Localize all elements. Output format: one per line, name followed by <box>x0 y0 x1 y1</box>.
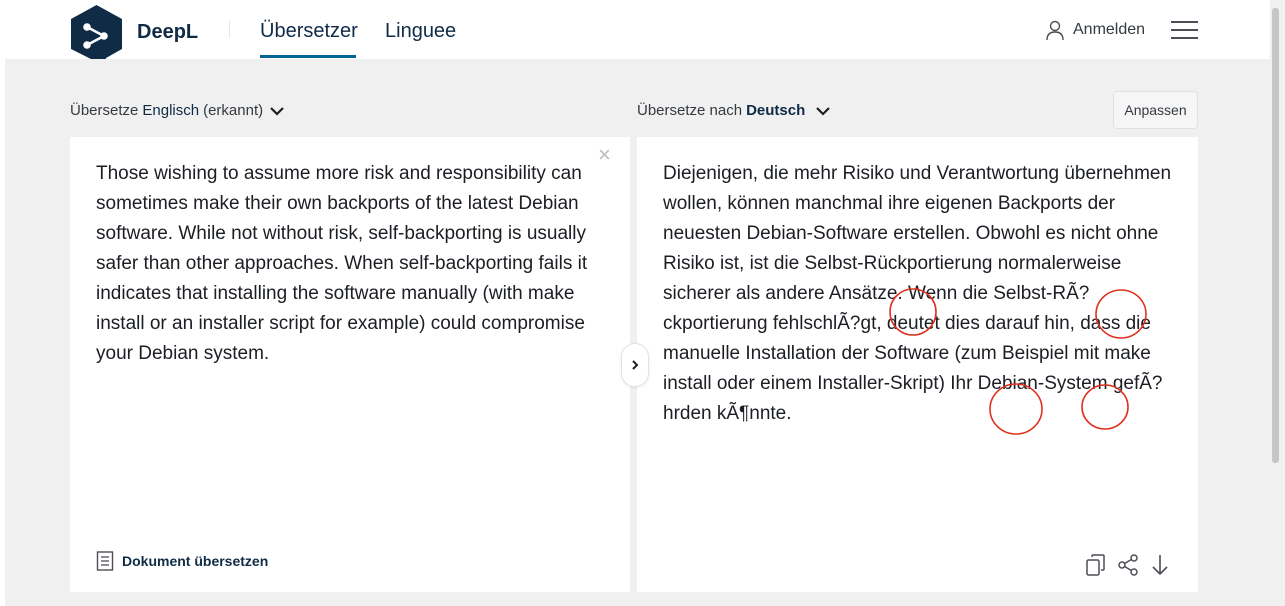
active-tab-indicator <box>260 55 356 58</box>
download-icon[interactable] <box>1148 553 1172 577</box>
source-lang-name: Englisch <box>142 102 200 119</box>
user-icon <box>1046 20 1064 40</box>
swap-languages-button[interactable] <box>621 343 649 387</box>
source-lang-suffix: (erkannt) <box>203 102 264 119</box>
source-language-selector[interactable]: Übersetze Englisch (erkannt) <box>70 102 285 119</box>
copy-icon[interactable] <box>1084 553 1108 577</box>
document-icon <box>96 551 114 571</box>
tab-linguee[interactable]: Linguee <box>385 20 456 43</box>
customize-button[interactable]: Anpassen <box>1113 91 1198 129</box>
source-lang-prefix: Übersetze <box>70 102 139 119</box>
chevron-right-icon <box>632 360 639 370</box>
header: DeepL Übersetzer Linguee Anmelden <box>0 0 1270 67</box>
chevron-down-icon <box>270 106 284 116</box>
login-label: Anmelden <box>1073 21 1146 38</box>
clear-icon[interactable]: × <box>598 144 611 166</box>
hamburger-menu-icon[interactable] <box>1171 21 1198 41</box>
share-icon[interactable] <box>1116 553 1140 577</box>
header-divider <box>229 20 230 38</box>
source-panel[interactable]: Those wishing to assume more risk and re… <box>70 137 630 592</box>
tab-translator[interactable]: Übersetzer <box>260 20 358 43</box>
translate-document-button[interactable]: Dokument übersetzen <box>96 551 268 571</box>
chevron-down-icon <box>816 106 831 116</box>
translate-document-label: Dokument übersetzen <box>122 553 269 569</box>
target-language-selector[interactable]: Übersetze nach Deutsch <box>637 102 831 119</box>
target-lang-name: Deutsch <box>746 102 806 119</box>
target-lang-prefix: Übersetze nach <box>637 102 743 119</box>
scrollbar-thumb[interactable] <box>1272 8 1279 463</box>
source-text-input[interactable]: Those wishing to assume more risk and re… <box>96 159 606 369</box>
target-panel: Diejenigen, die mehr Risiko und Verantwo… <box>637 137 1198 592</box>
login-button[interactable]: Anmelden <box>1046 19 1145 41</box>
brand-name: DeepL <box>137 21 199 43</box>
translated-text: Diejenigen, die mehr Risiko und Verantwo… <box>663 163 1172 424</box>
